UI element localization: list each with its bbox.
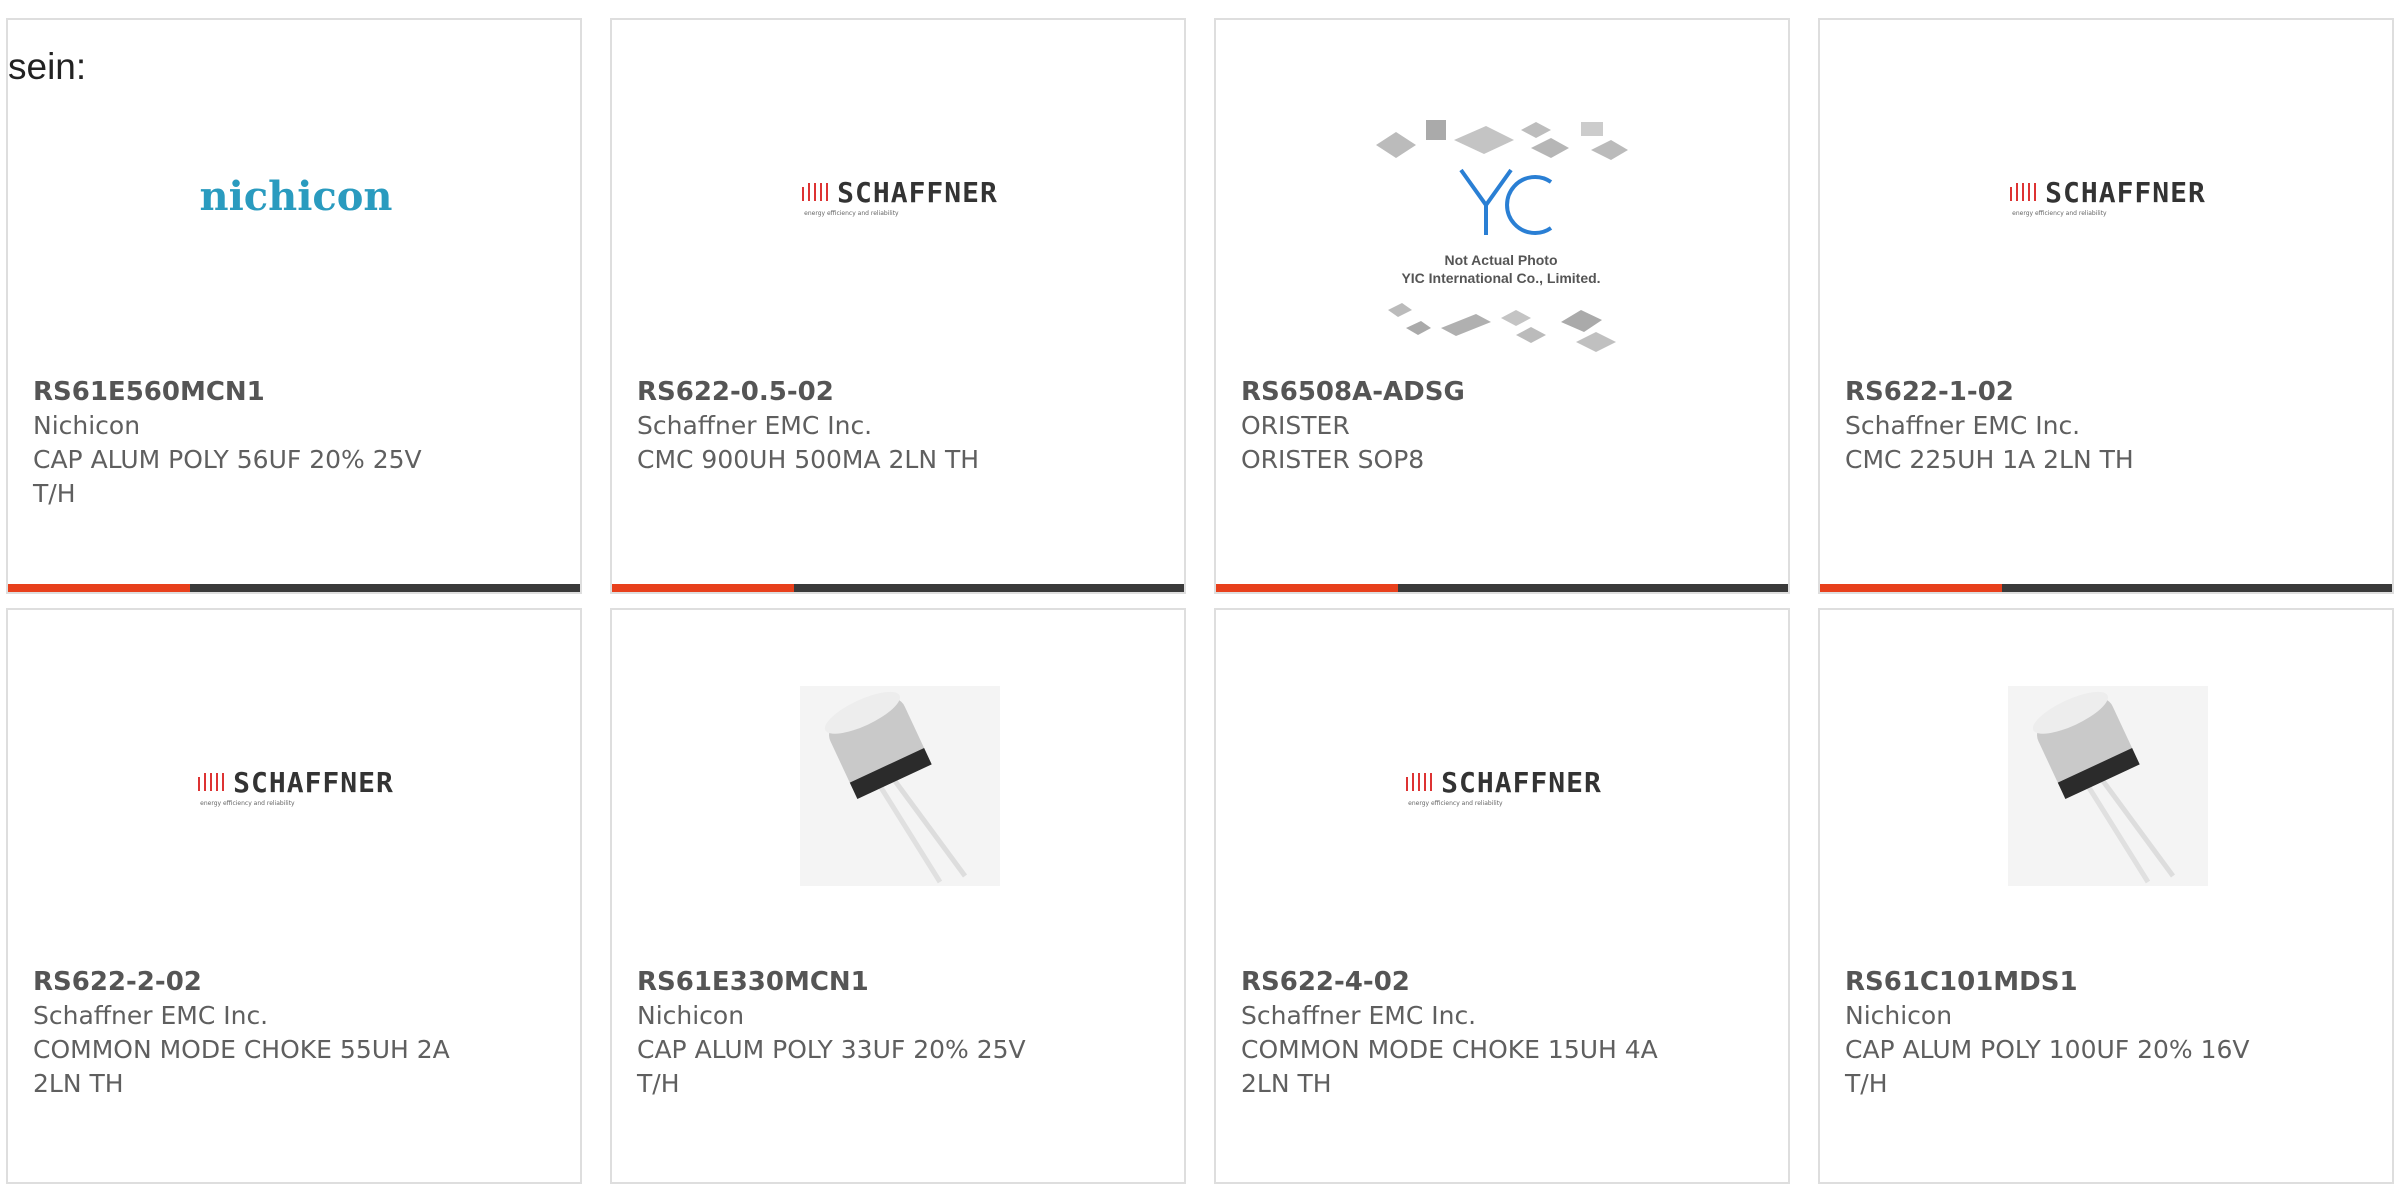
- card-footer-bar: [8, 584, 580, 592]
- description: CAP ALUM POLY 33UF 20% 25V T/H: [637, 1035, 1026, 1098]
- lead-text: sein:: [8, 46, 87, 87]
- product-image[interactable]: SCHAFFNER energy efficiency and reliabil…: [1404, 686, 1604, 886]
- manufacturer: Schaffner EMC Inc.: [1845, 411, 2081, 440]
- product-image[interactable]: SCHAFFNER energy efficiency and reliabil…: [800, 96, 1000, 296]
- card-footer-bar: [612, 584, 1184, 592]
- description: CMC 900UH 500MA 2LN TH: [637, 445, 980, 474]
- product-image[interactable]: nichicon: [196, 96, 396, 296]
- manufacturer: Schaffner EMC Inc.: [1241, 1001, 1477, 1030]
- part-number[interactable]: RS622-4-02: [1241, 965, 1671, 999]
- part-number[interactable]: RS61E560MCN1: [33, 375, 463, 409]
- product-card[interactable]: Not Actual Photo YIC International Co., …: [1214, 18, 1790, 594]
- schaffner-logo-icon: SCHAFFNER energy efficiency and reliabil…: [1406, 765, 1602, 807]
- svg-text:YIC International Co., Limited: YIC International Co., Limited.: [1401, 270, 1600, 286]
- product-card[interactable]: RS61C101MDS1 Nichicon CAP ALUM POLY 100U…: [1818, 608, 2394, 1184]
- card-footer-bar: [1216, 584, 1788, 592]
- product-card[interactable]: SCHAFFNER energy efficiency and reliabil…: [6, 608, 582, 1184]
- product-card[interactable]: nichicon RS61E560MCN1 Nichicon CAP ALUM …: [6, 18, 582, 594]
- product-image[interactable]: [800, 686, 1000, 886]
- schaffner-logo-icon: SCHAFFNER energy efficiency and reliabil…: [2010, 175, 2206, 217]
- card-footer-bar: [1820, 584, 2392, 592]
- part-number[interactable]: RS622-1-02: [1845, 375, 2275, 409]
- manufacturer: Nichicon: [637, 1001, 745, 1030]
- product-card[interactable]: RS61E330MCN1 Nichicon CAP ALUM POLY 33UF…: [610, 608, 1186, 1184]
- schaffner-logo-icon: SCHAFFNER energy efficiency and reliabil…: [198, 765, 394, 807]
- description: CAP ALUM POLY 100UF 20% 16V T/H: [1845, 1035, 2250, 1098]
- part-number[interactable]: RS6508A-ADSG: [1241, 375, 1671, 409]
- product-card[interactable]: SCHAFFNER energy efficiency and reliabil…: [1818, 18, 2394, 594]
- part-number[interactable]: RS622-0.5-02: [637, 375, 1067, 409]
- product-image[interactable]: [2008, 686, 2208, 886]
- part-number[interactable]: RS622-2-02: [33, 965, 463, 999]
- svg-text:Not Actual Photo: Not Actual Photo: [1444, 252, 1557, 268]
- product-card[interactable]: SCHAFFNER energy efficiency and reliabil…: [1214, 608, 1790, 1184]
- product-image[interactable]: SCHAFFNER energy efficiency and reliabil…: [2008, 96, 2208, 296]
- manufacturer: Schaffner EMC Inc.: [637, 411, 873, 440]
- description: CAP ALUM POLY 56UF 20% 25V T/H: [33, 445, 422, 508]
- description: ORISTER SOP8: [1241, 445, 1425, 474]
- description: COMMON MODE CHOKE 15UH 4A 2LN TH: [1241, 1035, 1658, 1098]
- description: CMC 225UH 1A 2LN TH: [1845, 445, 2134, 474]
- capacitor-photo-icon: [2008, 686, 2208, 886]
- schaffner-logo-icon: SCHAFFNER energy efficiency and reliabil…: [802, 175, 998, 217]
- manufacturer: Nichicon: [33, 411, 141, 440]
- capacitor-photo-icon: [800, 686, 1000, 886]
- manufacturer: Schaffner EMC Inc.: [33, 1001, 269, 1030]
- description: COMMON MODE CHOKE 55UH 2A 2LN TH: [33, 1035, 450, 1098]
- part-number[interactable]: RS61C101MDS1: [1845, 965, 2275, 999]
- product-card[interactable]: SCHAFFNER energy efficiency and reliabil…: [610, 18, 1186, 594]
- nichicon-logo-icon: nichicon: [199, 172, 393, 220]
- manufacturer: Nichicon: [1845, 1001, 1953, 1030]
- product-image[interactable]: Not Actual Photo YIC International Co., …: [1366, 110, 1636, 370]
- part-number[interactable]: RS61E330MCN1: [637, 965, 1067, 999]
- manufacturer: ORISTER: [1241, 411, 1350, 440]
- chip-collage-icon: Not Actual Photo YIC International Co., …: [1376, 120, 1628, 352]
- product-image[interactable]: SCHAFFNER energy efficiency and reliabil…: [196, 686, 396, 886]
